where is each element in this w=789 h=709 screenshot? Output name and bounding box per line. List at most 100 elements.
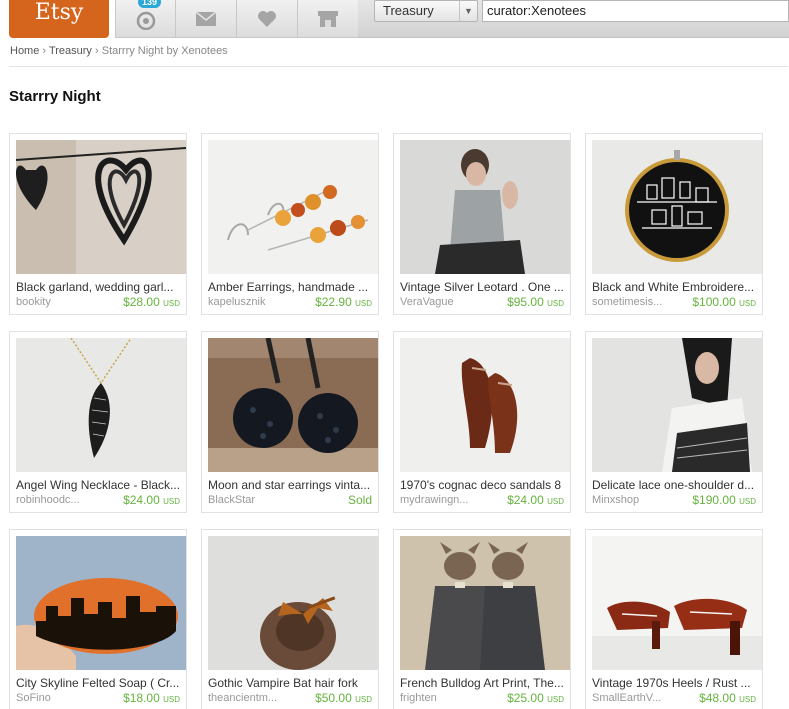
item-price-value: $95.00: [507, 295, 544, 309]
item-price: $50.00 USD: [315, 691, 372, 705]
item-price-currency: USD: [739, 497, 756, 506]
item-price-currency: USD: [547, 497, 564, 506]
page-title: Starrry Night: [9, 88, 101, 105]
item-shop[interactable]: bookity: [16, 296, 101, 308]
item-title[interactable]: City Skyline Felted Soap ( Cr...: [16, 676, 184, 690]
item-price-currency: USD: [163, 299, 180, 308]
item-image[interactable]: [400, 338, 570, 472]
item-title[interactable]: Black and White Embroidere...: [592, 280, 760, 294]
item-image[interactable]: [592, 536, 762, 670]
item-title[interactable]: Vintage Silver Leotard . One ...: [400, 280, 568, 294]
item-shop[interactable]: SmallEarthV...: [592, 692, 677, 704]
item-price-currency: USD: [547, 299, 564, 308]
activity-feed-icon: [136, 11, 155, 30]
search-scope-select[interactable]: Treasury ▼: [374, 0, 478, 22]
item-card[interactable]: Vintage 1970s Heels / Rust ... SmallEart…: [585, 529, 763, 709]
item-image[interactable]: [400, 140, 570, 274]
item-shop[interactable]: mydrawingn...: [400, 494, 485, 506]
item-price-currency: USD: [739, 695, 756, 704]
item-price: $18.00 USD: [123, 691, 180, 705]
item-title[interactable]: Amber Earrings, handmade ...: [208, 280, 376, 294]
item-card[interactable]: French Bulldog Art Print, The... frighte…: [393, 529, 571, 709]
item-image[interactable]: [16, 536, 186, 670]
breadcrumb-current: Starrry Night by Xenotees: [101, 45, 228, 57]
item-price-currency: USD: [355, 695, 372, 704]
item-title[interactable]: 1970's cognac deco sandals 8: [400, 478, 568, 492]
item-price: $25.00 USD: [507, 691, 564, 705]
item-price: $95.00 USD: [507, 295, 564, 309]
item-price: Sold: [348, 493, 372, 507]
item-price-value: $18.00: [123, 691, 160, 705]
item-image[interactable]: [592, 140, 762, 274]
breadcrumb-separator: ›: [95, 45, 99, 57]
item-shop[interactable]: robinhoodc...: [16, 494, 101, 506]
item-title[interactable]: Delicate lace one-shoulder d...: [592, 478, 760, 492]
breadcrumb: Home › Treasury › Starrry Night by Xenot…: [10, 45, 228, 57]
messages-tab[interactable]: [176, 0, 237, 38]
item-price: $100.00 USD: [692, 295, 756, 309]
item-shop[interactable]: frighten: [400, 692, 485, 704]
item-price-value: $190.00: [692, 493, 736, 507]
item-price-value: $24.00: [123, 493, 160, 507]
item-card[interactable]: Moon and star earrings vinta... BlackSta…: [201, 331, 379, 513]
item-title[interactable]: Gothic Vampire Bat hair fork: [208, 676, 376, 690]
divider: [9, 66, 788, 67]
breadcrumb-treasury[interactable]: Treasury: [49, 45, 92, 57]
item-price-currency: USD: [163, 695, 180, 704]
dropdown-arrow-icon: ▼: [459, 1, 477, 21]
search-input[interactable]: curator:Xenotees: [482, 0, 789, 22]
item-price-value: $50.00: [315, 691, 352, 705]
item-shop[interactable]: kapelusznik: [208, 296, 293, 308]
item-price-value: $24.00: [507, 493, 544, 507]
item-price-value: $100.00: [692, 295, 736, 309]
item-card[interactable]: City Skyline Felted Soap ( Cr... SoFino …: [9, 529, 187, 709]
item-card[interactable]: Amber Earrings, handmade ... kapelusznik…: [201, 133, 379, 315]
mail-icon: [195, 10, 217, 26]
item-price-currency: USD: [355, 299, 372, 308]
item-shop[interactable]: Minxshop: [592, 494, 677, 506]
heart-icon: [258, 10, 276, 27]
item-shop[interactable]: BlackStar: [208, 494, 293, 506]
breadcrumb-separator: ›: [42, 45, 47, 57]
item-price-currency: USD: [163, 497, 180, 506]
item-shop[interactable]: sometimesis...: [592, 296, 677, 308]
item-image[interactable]: [16, 338, 186, 472]
notification-badge: 139: [138, 0, 162, 8]
item-price-currency: USD: [739, 299, 756, 308]
item-price: $24.00 USD: [507, 493, 564, 507]
item-price: $28.00 USD: [123, 295, 180, 309]
item-price-value: Sold: [347, 493, 372, 507]
item-price: $190.00 USD: [692, 493, 756, 507]
item-shop[interactable]: SoFino: [16, 692, 101, 704]
item-card[interactable]: Delicate lace one-shoulder d... Minxshop…: [585, 331, 763, 513]
item-card[interactable]: Black and White Embroidere... sometimesi…: [585, 133, 763, 315]
activity-feed-tab[interactable]: 139: [115, 0, 176, 38]
item-image[interactable]: [208, 140, 378, 274]
your-shop-tab[interactable]: [298, 0, 359, 38]
item-price-value: $25.00: [507, 691, 544, 705]
item-card[interactable]: Angel Wing Necklace - Black... robinhood…: [9, 331, 187, 513]
item-title[interactable]: Angel Wing Necklace - Black...: [16, 478, 184, 492]
item-image[interactable]: [208, 536, 378, 670]
item-price-currency: USD: [547, 695, 564, 704]
item-title[interactable]: Vintage 1970s Heels / Rust ...: [592, 676, 760, 690]
etsy-logo[interactable]: Etsy: [9, 0, 109, 38]
item-card[interactable]: Black garland, wedding garl... bookity $…: [9, 133, 187, 315]
item-image[interactable]: [208, 338, 378, 472]
breadcrumb-home[interactable]: Home: [10, 45, 39, 57]
item-shop[interactable]: VeraVague: [400, 296, 485, 308]
item-price: $24.00 USD: [123, 493, 180, 507]
item-image[interactable]: [592, 338, 762, 472]
item-title[interactable]: French Bulldog Art Print, The...: [400, 676, 568, 690]
item-image[interactable]: [16, 140, 186, 274]
item-price: $22.90 USD: [315, 295, 372, 309]
item-card[interactable]: Vintage Silver Leotard . One ... VeraVag…: [393, 133, 571, 315]
top-bar: Etsy 139 Treasury ▼ curator:Xenotees: [0, 0, 789, 38]
favorites-tab[interactable]: [237, 0, 298, 38]
item-card[interactable]: Gothic Vampire Bat hair fork theancientm…: [201, 529, 379, 709]
item-shop[interactable]: theancientm...: [208, 692, 293, 704]
item-title[interactable]: Black garland, wedding garl...: [16, 280, 184, 294]
item-image[interactable]: [400, 536, 570, 670]
item-card[interactable]: 1970's cognac deco sandals 8 mydrawingn.…: [393, 331, 571, 513]
item-title[interactable]: Moon and star earrings vinta...: [208, 478, 376, 492]
